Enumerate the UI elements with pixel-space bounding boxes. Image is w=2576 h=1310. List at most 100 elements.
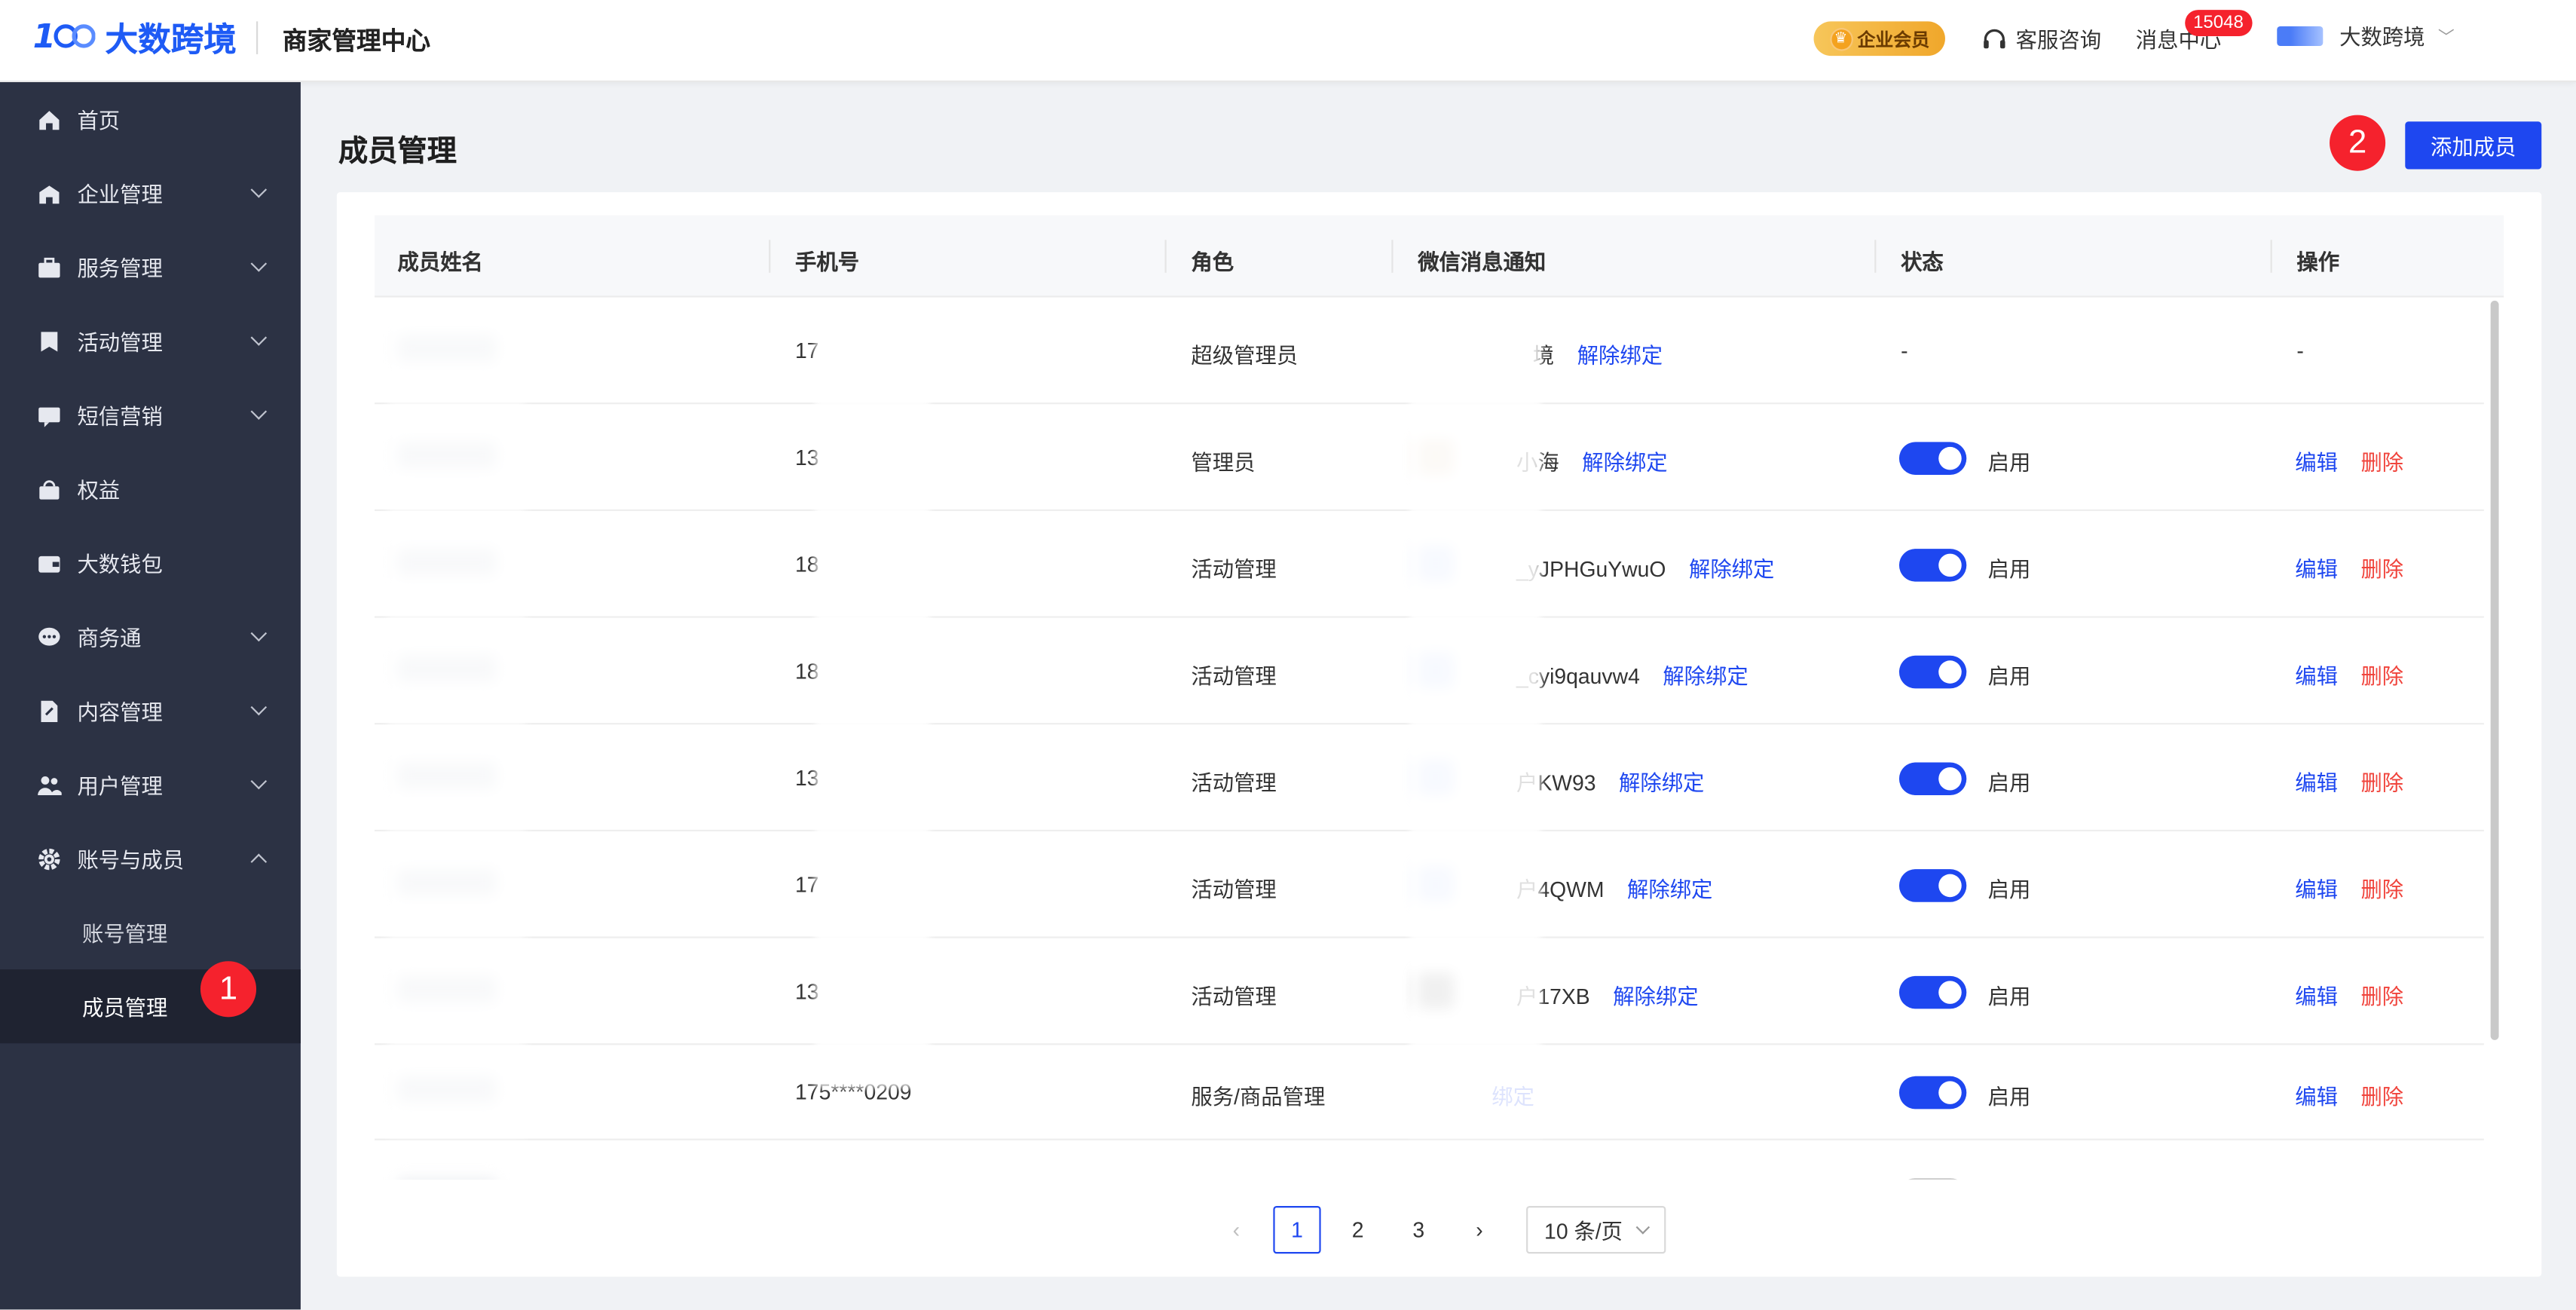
unbind-link[interactable]: 解除绑定: [1663, 664, 1748, 689]
sidebar-item-3[interactable]: 活动管理: [0, 304, 301, 378]
app-canvas: 1 大数跨境 商家管理中心 ♛ 企业会员 客服咨询 消息中心 15048 大数跨…: [0, 0, 2576, 1310]
delete-link[interactable]: 删除: [2360, 766, 2403, 797]
prev-page-button[interactable]: ‹: [1213, 1206, 1260, 1253]
support-label: 客服咨询: [2015, 28, 2102, 53]
delete-link[interactable]: 删除: [2360, 445, 2403, 476]
role-cell: 活动管理: [1191, 556, 1277, 582]
sidebar-subitem-1[interactable]: 成员管理: [0, 969, 301, 1044]
support-button[interactable]: 客服咨询: [1981, 23, 2101, 54]
building-icon: [36, 180, 63, 207]
table-scrollbar[interactable]: [2487, 300, 2502, 1043]
edit-link[interactable]: 编辑: [2295, 873, 2338, 904]
annotation-marker-1: 1: [200, 961, 257, 1018]
status-text: 启用: [1987, 984, 2031, 1009]
role-cell: 服务/商品管理: [1191, 1084, 1326, 1110]
gift-bag-icon: [36, 476, 63, 502]
briefcase-icon: [36, 254, 63, 280]
user-menu[interactable]: 大数跨境 ﹀: [2277, 20, 2455, 51]
unbind-link[interactable]: 解除绑定: [1582, 450, 1667, 475]
sidebar-item-7[interactable]: 商务通: [0, 600, 301, 674]
sidebar-item-label: 权益: [77, 478, 121, 503]
role-cell: 活动管理: [1191, 770, 1277, 796]
top-header: 1 大数跨境 商家管理中心 ♛ 企业会员 客服咨询 消息中心 15048 大数跨…: [0, 0, 2576, 82]
page-2-button[interactable]: 2: [1334, 1206, 1381, 1253]
unbind-link[interactable]: 解除绑定: [1577, 344, 1663, 369]
status-toggle[interactable]: [1898, 762, 1967, 796]
role-cell: 活动管理: [1191, 877, 1277, 902]
status-toggle[interactable]: [1898, 1177, 1967, 1180]
member-name-blurred: [397, 1177, 497, 1180]
add-member-button[interactable]: 添加成员: [2405, 121, 2542, 170]
unbind-link[interactable]: 解除绑定: [1613, 984, 1698, 1009]
wechat-notify-cell: _cyi9qauvw4 解除绑定: [1516, 659, 1748, 690]
edit-link[interactable]: 编辑: [2295, 659, 2338, 690]
unbind-link[interactable]: 解除绑定: [1619, 770, 1704, 795]
sidebar-item-label: 服务管理: [77, 256, 163, 281]
status-toggle[interactable]: [1898, 869, 1967, 902]
sidebar-item-2[interactable]: 服务管理: [0, 230, 301, 304]
status-toggle[interactable]: [1898, 655, 1967, 689]
unbind-link[interactable]: 解除绑定: [1689, 557, 1774, 582]
column-header-role: 角色: [1191, 249, 1234, 275]
next-page-button[interactable]: ›: [1455, 1206, 1503, 1253]
delete-link[interactable]: 删除: [2360, 1079, 2403, 1110]
edit-link[interactable]: 编辑: [2295, 552, 2338, 583]
scrollbar-thumb[interactable]: [2490, 300, 2499, 1040]
role-cell: 活动管理: [1191, 984, 1277, 1009]
unbind-link[interactable]: 解除绑定: [1627, 877, 1712, 902]
sidebar-item-6[interactable]: 大数钱包: [0, 526, 301, 600]
sidebar-item-4[interactable]: 短信营销: [0, 378, 301, 451]
edit-link[interactable]: 编辑: [2295, 1079, 2338, 1110]
logo-mark-icon: 1: [33, 18, 96, 54]
column-header-name: 成员姓名: [397, 249, 483, 275]
document-edit-icon: [36, 697, 63, 724]
sidebar-item-label: 内容管理: [77, 699, 163, 725]
status-toggle[interactable]: [1898, 442, 1967, 475]
sidebar-item-0[interactable]: 首页: [0, 82, 301, 156]
chevron-down-icon: [250, 773, 268, 790]
logo-text: 大数跨境: [105, 22, 237, 59]
sidebar-item-9[interactable]: 用户管理: [0, 748, 301, 822]
chat-icon: [36, 623, 63, 650]
edit-link[interactable]: 编辑: [2295, 979, 2338, 1010]
sidebar-item-8[interactable]: 内容管理: [0, 674, 301, 748]
headset-icon: [1984, 28, 2005, 48]
privacy-blur-names: [387, 315, 526, 1137]
page-size-select[interactable]: 10 条/页: [1526, 1206, 1666, 1254]
status-toggle[interactable]: [1898, 975, 1967, 1009]
delete-link[interactable]: 删除: [2360, 873, 2403, 904]
column-header-actions: 操作: [2296, 249, 2340, 275]
page-size-value: 10 条/页: [1544, 1219, 1623, 1244]
delete-link[interactable]: 删除: [2360, 552, 2403, 583]
status-text: 启用: [1987, 450, 2031, 475]
chevron-up-icon: [250, 853, 268, 871]
vip-label: 企业会员: [1857, 30, 1930, 51]
chevron-down-icon: [250, 329, 268, 346]
sidebar-item-5[interactable]: 权益: [0, 451, 301, 525]
logo[interactable]: 1 大数跨境: [33, 13, 237, 59]
column-divider: [1164, 240, 1167, 273]
edit-link[interactable]: 编辑: [2295, 445, 2338, 476]
vip-badge[interactable]: ♛ 企业会员: [1813, 21, 1945, 57]
app-title: 商家管理中心: [282, 28, 431, 57]
wallet-icon: [36, 549, 63, 576]
wechat-notify-cell: 户KW93 解除绑定: [1516, 766, 1704, 797]
users-icon: [36, 771, 63, 797]
status-toggle[interactable]: [1898, 1076, 1967, 1110]
delete-link[interactable]: 删除: [2360, 659, 2403, 690]
status-toggle[interactable]: [1898, 549, 1967, 582]
page-title: 成员管理: [338, 134, 457, 168]
sidebar-item-label: 账号与成员: [77, 847, 185, 873]
page-1-button[interactable]: 1: [1273, 1206, 1321, 1254]
home-icon: [36, 106, 63, 133]
svg-text:1: 1: [33, 18, 56, 54]
page-3-button[interactable]: 3: [1395, 1206, 1442, 1253]
sidebar-subitem-0[interactable]: 账号管理: [0, 895, 301, 969]
edit-link[interactable]: 编辑: [2295, 766, 2338, 797]
message-count-badge: 15048: [2185, 10, 2252, 36]
sidebar-item-1[interactable]: 企业管理: [0, 156, 301, 230]
sidebar-item-10[interactable]: 账号与成员: [0, 822, 301, 895]
wechat-notify-cell: _yJPHGuYwuO 解除绑定: [1516, 552, 1774, 583]
delete-link[interactable]: 删除: [2360, 979, 2403, 1010]
actions-text: -: [2296, 338, 2304, 363]
